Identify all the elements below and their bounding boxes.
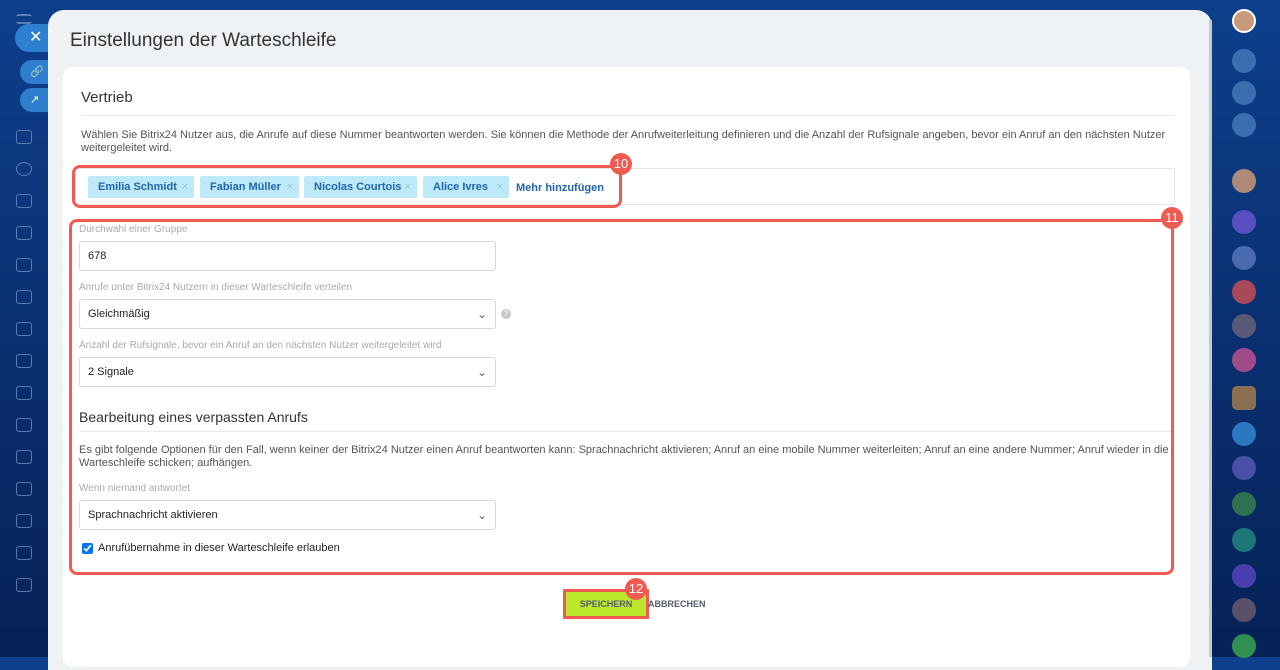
sign-icon[interactable] — [16, 418, 32, 432]
copy-link-button[interactable]: 🔗 — [20, 60, 50, 84]
task-icon[interactable] — [1232, 598, 1256, 622]
contact-card-icon[interactable] — [1232, 246, 1256, 270]
bell-icon[interactable] — [1232, 49, 1256, 73]
cart-icon[interactable] — [16, 578, 32, 592]
annotation-box-11 — [69, 219, 1174, 575]
group-name: Vertrieb — [81, 89, 133, 106]
chat-icon[interactable] — [1232, 210, 1256, 234]
link-icon: 🔗 — [30, 66, 44, 78]
sites-icon[interactable] — [16, 258, 32, 272]
chat-icon[interactable] — [1232, 564, 1256, 588]
telephony-icon[interactable] — [1232, 81, 1256, 105]
annotation-badge: 11 — [1161, 207, 1183, 229]
divider — [81, 115, 1175, 116]
contacts-icon[interactable] — [16, 162, 32, 176]
analytics-icon[interactable] — [16, 546, 32, 560]
task-icon[interactable] — [1232, 314, 1256, 338]
group-description: Wählen Sie Bitrix24 Nutzer aus, die Anru… — [81, 129, 1166, 154]
page-title: Einstellungen der Warteschleife — [70, 30, 337, 51]
open-new-window-button[interactable]: ↗ — [20, 88, 50, 112]
feed-icon[interactable] — [16, 130, 32, 144]
task-icon[interactable] — [1232, 634, 1256, 658]
task-icon[interactable] — [1232, 348, 1256, 372]
external-link-icon: ↗ — [30, 94, 40, 106]
calendar-icon[interactable] — [16, 386, 32, 400]
task-icon[interactable] — [1232, 422, 1256, 446]
right-sidebar — [1220, 0, 1280, 658]
cancel-button[interactable]: ABBRECHEN — [648, 599, 706, 609]
task-icon[interactable] — [1232, 280, 1256, 304]
annotation-badge: 12 — [625, 578, 647, 600]
chat-icon[interactable] — [1232, 113, 1256, 137]
crm-icon[interactable] — [16, 194, 32, 208]
settings-slider: Einstellungen der Warteschleife Vertrieb… — [48, 10, 1212, 670]
scrollbar[interactable] — [1209, 20, 1212, 657]
marketing-icon[interactable] — [16, 482, 32, 496]
close-icon: ✕ — [29, 29, 43, 46]
settings-card: Vertrieb Wählen Sie Bitrix24 Nutzer aus,… — [63, 67, 1190, 667]
menu-icon[interactable] — [16, 14, 32, 24]
chat-icon[interactable] — [16, 322, 32, 336]
task-icon[interactable] — [1232, 386, 1256, 410]
task-icon[interactable] — [1232, 528, 1256, 552]
annotation-box-10 — [72, 165, 622, 208]
annotation-badge: 10 — [610, 153, 632, 175]
avatar[interactable] — [1232, 9, 1256, 33]
task-icon[interactable] — [1232, 492, 1256, 516]
contact-avatar[interactable] — [1232, 169, 1256, 193]
store-icon[interactable] — [16, 450, 32, 464]
task-icon[interactable] — [1232, 456, 1256, 480]
tasks-icon[interactable] — [16, 290, 32, 304]
docs-icon[interactable] — [16, 226, 32, 240]
mail-icon[interactable] — [16, 354, 32, 368]
telephony-icon[interactable] — [16, 514, 32, 528]
